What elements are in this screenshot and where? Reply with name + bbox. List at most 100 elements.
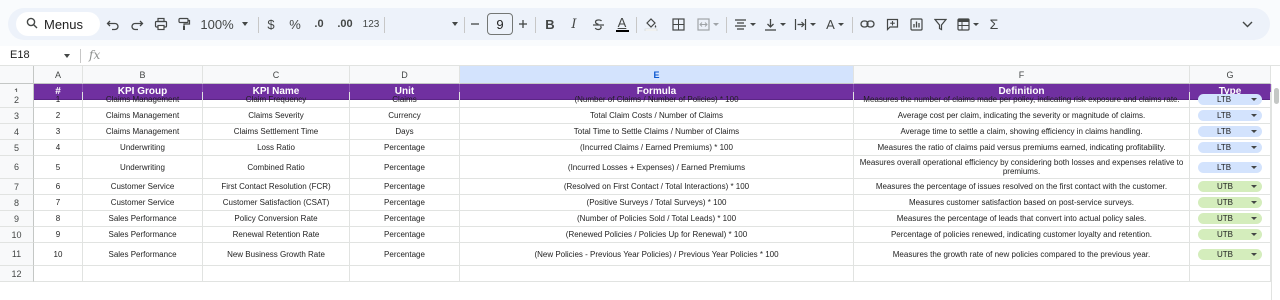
empty-cell[interactable] (460, 266, 854, 282)
chart-icon[interactable] (906, 8, 926, 40)
print-icon[interactable] (151, 8, 171, 40)
decrease-decimal-icon[interactable]: .0 (309, 8, 329, 40)
text-wrap-icon[interactable] (791, 8, 819, 40)
merge-icon[interactable] (693, 8, 723, 40)
table-cell-col-type[interactable]: LTB (1190, 108, 1271, 124)
table-cell-col-formula[interactable]: (New Policies - Previous Year Policies) … (460, 243, 854, 266)
type-dropdown-chip[interactable]: UTB (1198, 181, 1262, 192)
table-cell-col-formula[interactable]: (Resolved on First Contact / Total Inter… (460, 179, 854, 195)
table-cell-col-unit[interactable]: Percentage (350, 211, 460, 227)
table-cell-col-kpi-name[interactable]: Policy Conversion Rate (203, 211, 350, 227)
table-cell-col-definition[interactable]: Average cost per claim, indicating the s… (854, 108, 1190, 124)
type-dropdown-chip[interactable]: LTB (1198, 161, 1262, 173)
fill-color-icon[interactable] (641, 8, 661, 40)
table-cell-col-type[interactable]: UTB (1190, 243, 1271, 266)
table-cell-col-unit[interactable]: Percentage (350, 179, 460, 195)
table-cell-col-formula[interactable]: (Number of Policies Sold / Total Leads) … (460, 211, 854, 227)
spreadsheet-grid[interactable]: ABCDEFG123456789101112#KPI GroupKPI Name… (0, 66, 1280, 300)
table-cell-col-type[interactable]: LTB (1190, 140, 1271, 156)
table-cell-col-kpi-group[interactable]: Sales Performance (83, 227, 203, 243)
table-cell-col-type[interactable]: LTB (1190, 156, 1271, 179)
table-cell-col-num[interactable]: 8 (34, 211, 83, 227)
table-cell-col-formula[interactable]: Total Claim Costs / Number of Claims (460, 108, 854, 124)
functions-icon[interactable]: Σ (986, 8, 1002, 40)
select-all-corner[interactable] (0, 66, 34, 84)
increase-decimal-icon[interactable]: .00 (334, 8, 356, 40)
row-header-9[interactable]: 9 (0, 211, 34, 227)
table-cell-col-definition[interactable]: Measures the percentage of issues resolv… (854, 179, 1190, 195)
table-cell-col-type[interactable]: UTB (1190, 195, 1271, 211)
empty-cell[interactable] (1190, 266, 1271, 282)
plus-icon[interactable] (515, 8, 531, 40)
table-cell-col-definition[interactable]: Measures overall operational efficiency … (854, 156, 1190, 179)
column-header-c[interactable]: C (203, 66, 350, 84)
table-cell-col-unit[interactable]: Currency (350, 108, 460, 124)
column-header-f[interactable]: F (854, 66, 1190, 84)
type-dropdown-chip[interactable]: UTB (1198, 248, 1262, 260)
table-cell-col-kpi-group[interactable]: Customer Service (83, 179, 203, 195)
table-cell-col-kpi-name[interactable]: Customer Satisfaction (CSAT) (203, 195, 350, 211)
table-cell-col-unit[interactable]: Percentage (350, 195, 460, 211)
table-cell-col-kpi-group[interactable]: Claims Management (83, 92, 203, 108)
menus-search-button[interactable]: Menus (16, 12, 100, 36)
row-header-3[interactable]: 3 (0, 108, 34, 124)
table-cell-col-kpi-group[interactable]: Customer Service (83, 195, 203, 211)
scrollbar-thumb[interactable] (1274, 88, 1279, 104)
comment-icon[interactable] (882, 8, 902, 40)
row-header-11[interactable]: 11 (0, 243, 34, 266)
type-dropdown-chip[interactable]: UTB (1198, 213, 1262, 224)
vertical-scrollbar[interactable] (1271, 84, 1280, 300)
row-header-10[interactable]: 10 (0, 227, 34, 243)
table-cell-col-type[interactable]: UTB (1190, 179, 1271, 195)
row-header-2[interactable]: 2 (0, 92, 34, 108)
table-cell-col-kpi-group[interactable]: Claims Management (83, 124, 203, 140)
table-cell-col-definition[interactable]: Measures the percentage of leads that co… (854, 211, 1190, 227)
type-dropdown-chip[interactable]: UTB (1198, 229, 1262, 240)
row-header-4[interactable]: 4 (0, 124, 34, 140)
table-cell-col-type[interactable]: LTB (1190, 124, 1271, 140)
table-cell-col-formula[interactable]: (Incurred Losses + Expenses) / Earned Pr… (460, 156, 854, 179)
table-cell-col-kpi-group[interactable]: Claims Management (83, 108, 203, 124)
table-cell-col-unit[interactable]: Percentage (350, 227, 460, 243)
table-cell-col-kpi-name[interactable]: First Contact Resolution (FCR) (203, 179, 350, 195)
link-icon[interactable] (857, 8, 877, 40)
text-rotation-icon[interactable]: A (821, 8, 849, 40)
row-header-12[interactable]: 12 (0, 266, 34, 282)
table-cell-col-kpi-name[interactable]: Loss Ratio (203, 140, 350, 156)
table-cell-col-type[interactable]: LTB (1190, 92, 1271, 108)
table-cell-col-formula[interactable]: (Renewed Policies / Policies Up for Rene… (460, 227, 854, 243)
column-header-b[interactable]: B (83, 66, 203, 84)
table-cell-col-formula[interactable]: (Number of Claims / Number of Policies) … (460, 92, 854, 108)
type-dropdown-chip[interactable]: LTB (1198, 142, 1262, 153)
zoom-dropdown[interactable]: 100% (196, 8, 252, 40)
table-cell-col-num[interactable]: 1 (34, 92, 83, 108)
table-cell-col-formula[interactable]: (Incurred Claims / Earned Premiums) * 10… (460, 140, 854, 156)
minus-icon[interactable] (467, 8, 483, 40)
table-cell-col-unit[interactable]: Percentage (350, 156, 460, 179)
table-cell-col-num[interactable]: 10 (34, 243, 83, 266)
font-dropdown[interactable] (386, 8, 462, 40)
italic-icon[interactable]: I (565, 8, 583, 40)
table-cell-col-definition[interactable]: Measures customer satisfaction based on … (854, 195, 1190, 211)
filter-views-icon[interactable] (954, 8, 982, 40)
font-size-input[interactable]: 9 (487, 13, 513, 35)
filter-icon[interactable] (930, 8, 950, 40)
percent-icon[interactable]: % (287, 8, 303, 40)
row-header-8[interactable]: 8 (0, 195, 34, 211)
type-dropdown-chip[interactable]: UTB (1198, 197, 1262, 208)
column-header-g[interactable]: G (1190, 66, 1271, 84)
table-cell-col-definition[interactable]: Average time to settle a claim, showing … (854, 124, 1190, 140)
table-cell-col-unit[interactable]: Percentage (350, 243, 460, 266)
table-cell-col-kpi-group[interactable]: Underwriting (83, 140, 203, 156)
horizontal-align-icon[interactable] (731, 8, 759, 40)
chevron-down-icon[interactable] (64, 54, 70, 58)
paint-format-icon[interactable] (174, 8, 194, 40)
table-cell-col-kpi-name[interactable]: New Business Growth Rate (203, 243, 350, 266)
name-box[interactable]: E18 (10, 49, 30, 61)
table-cell-col-num[interactable]: 9 (34, 227, 83, 243)
table-cell-col-num[interactable]: 7 (34, 195, 83, 211)
redo-icon[interactable] (127, 8, 147, 40)
table-cell-col-definition[interactable]: Percentage of policies renewed, indicati… (854, 227, 1190, 243)
table-cell-col-definition[interactable]: Measures the number of claims made per p… (854, 92, 1190, 108)
collapse-toolbar-icon[interactable] (1239, 8, 1255, 40)
